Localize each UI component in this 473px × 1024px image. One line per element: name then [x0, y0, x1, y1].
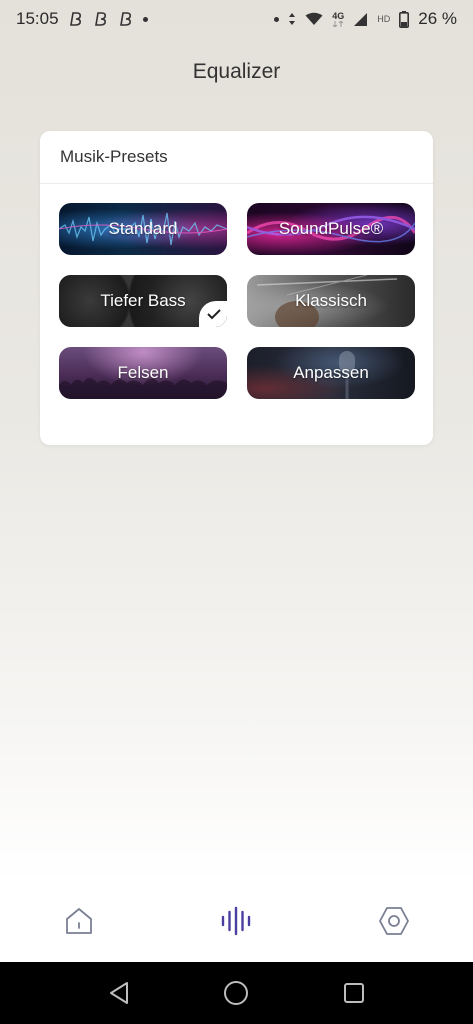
preset-klassisch-button[interactable]: Klassisch: [247, 275, 415, 327]
signal-icon: [353, 12, 368, 27]
more-notifications-dot-icon: [142, 16, 148, 22]
equalizer-icon: [222, 906, 251, 936]
podcast-app-icon: [118, 11, 134, 27]
preset-label: Klassisch: [295, 291, 367, 310]
podcast-app-icon: [68, 11, 84, 27]
bottom-navigation: [0, 880, 473, 962]
system-navigation-bar: [0, 962, 473, 1024]
network-type-label: 4G: [332, 11, 344, 27]
nav-home-button[interactable]: [49, 891, 109, 951]
status-left: 15:05: [16, 9, 148, 29]
music-presets-card: Musik-Presets Standard SoundPulse® Tiefe…: [40, 131, 433, 445]
preset-label: Anpassen: [293, 363, 369, 382]
preset-soundpulse-button[interactable]: SoundPulse®: [247, 203, 415, 255]
hd-label: HD: [377, 14, 391, 24]
checkmark-icon: [207, 309, 221, 320]
data-arrows-icon: [288, 12, 296, 26]
preset-label: Standard: [108, 219, 178, 238]
preset-label: SoundPulse®: [278, 219, 384, 238]
system-recents-button[interactable]: [334, 973, 374, 1013]
system-back-button[interactable]: [99, 973, 139, 1013]
battery-percent: 26 %: [418, 9, 457, 28]
status-right: 4G HD 26 %: [274, 9, 457, 29]
system-home-button[interactable]: [216, 973, 256, 1013]
preset-tiefer-bass-button[interactable]: Tiefer Bass: [59, 275, 227, 327]
recents-icon: [344, 983, 365, 1003]
page-title: Equalizer: [192, 60, 281, 83]
status-time: 15:05: [16, 9, 59, 28]
battery-icon: [399, 10, 410, 28]
settings-hexagon-icon: [379, 907, 410, 935]
preset-grid: Standard SoundPulse® Tiefer Bass Klassis…: [59, 203, 415, 399]
preset-anpassen-button[interactable]: Anpassen: [247, 347, 415, 399]
selected-checkmark-badge: [199, 301, 227, 327]
podcast-app-icon: [93, 11, 109, 27]
notification-dot-icon: [274, 16, 280, 22]
preset-label: Felsen: [117, 363, 169, 382]
back-icon: [109, 982, 128, 1004]
preset-felsen-button[interactable]: Felsen: [59, 347, 227, 399]
status-bar: 15:05 4G HD 26 %: [0, 0, 473, 38]
wifi-icon: [305, 12, 323, 26]
presets-section-title: Musik-Presets: [40, 131, 433, 184]
home-circle-icon: [224, 981, 249, 1005]
home-icon: [65, 908, 92, 934]
preset-standard-button[interactable]: Standard: [59, 203, 227, 255]
nav-settings-button[interactable]: [364, 891, 424, 951]
nav-equalizer-button[interactable]: [206, 891, 266, 951]
preset-label: Tiefer Bass: [100, 291, 186, 310]
